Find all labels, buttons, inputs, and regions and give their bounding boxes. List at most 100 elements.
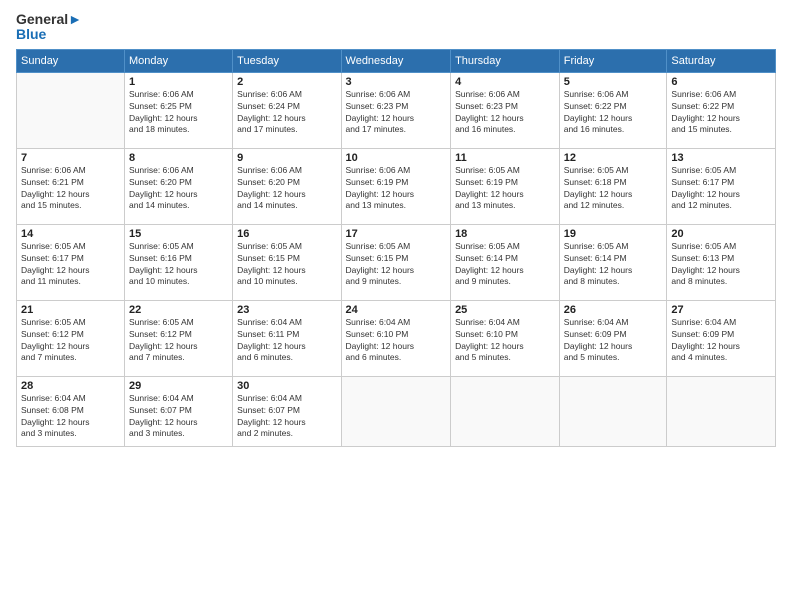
calendar-cell: 14Sunrise: 6:05 AMSunset: 6:17 PMDayligh… [17, 224, 125, 300]
day-number: 3 [346, 76, 447, 88]
day-info: Sunrise: 6:06 AMSunset: 6:22 PMDaylight:… [564, 89, 663, 137]
day-info: Sunrise: 6:05 AMSunset: 6:17 PMDaylight:… [671, 165, 771, 213]
calendar-cell [667, 376, 776, 446]
weekday-header-monday: Monday [125, 49, 233, 72]
day-number: 11 [455, 152, 555, 164]
calendar-cell: 15Sunrise: 6:05 AMSunset: 6:16 PMDayligh… [125, 224, 233, 300]
day-number: 6 [671, 76, 771, 88]
day-info: Sunrise: 6:04 AMSunset: 6:09 PMDaylight:… [564, 317, 663, 365]
day-number: 24 [346, 304, 447, 316]
calendar-cell [559, 376, 667, 446]
day-info: Sunrise: 6:06 AMSunset: 6:23 PMDaylight:… [346, 89, 447, 137]
day-number: 1 [129, 76, 228, 88]
day-info: Sunrise: 6:06 AMSunset: 6:19 PMDaylight:… [346, 165, 447, 213]
day-number: 13 [671, 152, 771, 164]
calendar-cell [451, 376, 560, 446]
day-number: 26 [564, 304, 663, 316]
day-info: Sunrise: 6:06 AMSunset: 6:21 PMDaylight:… [21, 165, 120, 213]
calendar-cell: 5Sunrise: 6:06 AMSunset: 6:22 PMDaylight… [559, 72, 667, 148]
weekday-header-thursday: Thursday [451, 49, 560, 72]
day-number: 9 [237, 152, 336, 164]
day-info: Sunrise: 6:05 AMSunset: 6:13 PMDaylight:… [671, 241, 771, 289]
logo: General► Blue [16, 12, 82, 43]
calendar-cell: 19Sunrise: 6:05 AMSunset: 6:14 PMDayligh… [559, 224, 667, 300]
day-info: Sunrise: 6:04 AMSunset: 6:07 PMDaylight:… [237, 393, 336, 441]
day-number: 14 [21, 228, 120, 240]
day-number: 5 [564, 76, 663, 88]
day-info: Sunrise: 6:05 AMSunset: 6:18 PMDaylight:… [564, 165, 663, 213]
day-number: 21 [21, 304, 120, 316]
day-number: 20 [671, 228, 771, 240]
day-info: Sunrise: 6:05 AMSunset: 6:14 PMDaylight:… [455, 241, 555, 289]
day-info: Sunrise: 6:05 AMSunset: 6:14 PMDaylight:… [564, 241, 663, 289]
day-info: Sunrise: 6:06 AMSunset: 6:25 PMDaylight:… [129, 89, 228, 137]
day-number: 8 [129, 152, 228, 164]
day-number: 27 [671, 304, 771, 316]
day-info: Sunrise: 6:06 AMSunset: 6:20 PMDaylight:… [129, 165, 228, 213]
calendar-cell: 4Sunrise: 6:06 AMSunset: 6:23 PMDaylight… [451, 72, 560, 148]
calendar-cell [17, 72, 125, 148]
day-number: 23 [237, 304, 336, 316]
calendar-cell: 9Sunrise: 6:06 AMSunset: 6:20 PMDaylight… [233, 148, 341, 224]
header: General► Blue [16, 12, 776, 43]
day-info: Sunrise: 6:05 AMSunset: 6:19 PMDaylight:… [455, 165, 555, 213]
calendar-cell: 12Sunrise: 6:05 AMSunset: 6:18 PMDayligh… [559, 148, 667, 224]
calendar-cell: 13Sunrise: 6:05 AMSunset: 6:17 PMDayligh… [667, 148, 776, 224]
day-info: Sunrise: 6:06 AMSunset: 6:23 PMDaylight:… [455, 89, 555, 137]
weekday-header-tuesday: Tuesday [233, 49, 341, 72]
calendar-cell: 16Sunrise: 6:05 AMSunset: 6:15 PMDayligh… [233, 224, 341, 300]
calendar: SundayMondayTuesdayWednesdayThursdayFrid… [16, 49, 776, 447]
day-number: 29 [129, 380, 228, 392]
day-info: Sunrise: 6:04 AMSunset: 6:09 PMDaylight:… [671, 317, 771, 365]
calendar-cell: 24Sunrise: 6:04 AMSunset: 6:10 PMDayligh… [341, 300, 451, 376]
day-info: Sunrise: 6:04 AMSunset: 6:10 PMDaylight:… [346, 317, 447, 365]
calendar-cell: 22Sunrise: 6:05 AMSunset: 6:12 PMDayligh… [125, 300, 233, 376]
day-info: Sunrise: 6:04 AMSunset: 6:11 PMDaylight:… [237, 317, 336, 365]
day-number: 30 [237, 380, 336, 392]
calendar-cell: 8Sunrise: 6:06 AMSunset: 6:20 PMDaylight… [125, 148, 233, 224]
calendar-cell: 29Sunrise: 6:04 AMSunset: 6:07 PMDayligh… [125, 376, 233, 446]
day-number: 19 [564, 228, 663, 240]
calendar-cell: 1Sunrise: 6:06 AMSunset: 6:25 PMDaylight… [125, 72, 233, 148]
calendar-cell: 7Sunrise: 6:06 AMSunset: 6:21 PMDaylight… [17, 148, 125, 224]
calendar-cell: 2Sunrise: 6:06 AMSunset: 6:24 PMDaylight… [233, 72, 341, 148]
calendar-cell: 3Sunrise: 6:06 AMSunset: 6:23 PMDaylight… [341, 72, 451, 148]
day-number: 2 [237, 76, 336, 88]
logo-text: General► Blue [16, 12, 82, 43]
calendar-cell: 20Sunrise: 6:05 AMSunset: 6:13 PMDayligh… [667, 224, 776, 300]
calendar-cell: 26Sunrise: 6:04 AMSunset: 6:09 PMDayligh… [559, 300, 667, 376]
weekday-header-friday: Friday [559, 49, 667, 72]
day-number: 7 [21, 152, 120, 164]
day-info: Sunrise: 6:04 AMSunset: 6:08 PMDaylight:… [21, 393, 120, 441]
day-info: Sunrise: 6:05 AMSunset: 6:15 PMDaylight:… [237, 241, 336, 289]
day-number: 25 [455, 304, 555, 316]
day-info: Sunrise: 6:06 AMSunset: 6:24 PMDaylight:… [237, 89, 336, 137]
day-number: 22 [129, 304, 228, 316]
day-info: Sunrise: 6:06 AMSunset: 6:20 PMDaylight:… [237, 165, 336, 213]
calendar-cell: 28Sunrise: 6:04 AMSunset: 6:08 PMDayligh… [17, 376, 125, 446]
weekday-header-saturday: Saturday [667, 49, 776, 72]
day-number: 15 [129, 228, 228, 240]
calendar-cell: 30Sunrise: 6:04 AMSunset: 6:07 PMDayligh… [233, 376, 341, 446]
calendar-cell: 6Sunrise: 6:06 AMSunset: 6:22 PMDaylight… [667, 72, 776, 148]
day-info: Sunrise: 6:05 AMSunset: 6:12 PMDaylight:… [129, 317, 228, 365]
day-info: Sunrise: 6:04 AMSunset: 6:07 PMDaylight:… [129, 393, 228, 441]
day-number: 18 [455, 228, 555, 240]
calendar-cell [341, 376, 451, 446]
calendar-cell: 10Sunrise: 6:06 AMSunset: 6:19 PMDayligh… [341, 148, 451, 224]
day-number: 17 [346, 228, 447, 240]
calendar-cell: 23Sunrise: 6:04 AMSunset: 6:11 PMDayligh… [233, 300, 341, 376]
day-info: Sunrise: 6:05 AMSunset: 6:15 PMDaylight:… [346, 241, 447, 289]
day-info: Sunrise: 6:05 AMSunset: 6:16 PMDaylight:… [129, 241, 228, 289]
day-info: Sunrise: 6:06 AMSunset: 6:22 PMDaylight:… [671, 89, 771, 137]
calendar-cell: 11Sunrise: 6:05 AMSunset: 6:19 PMDayligh… [451, 148, 560, 224]
calendar-cell: 17Sunrise: 6:05 AMSunset: 6:15 PMDayligh… [341, 224, 451, 300]
calendar-cell: 21Sunrise: 6:05 AMSunset: 6:12 PMDayligh… [17, 300, 125, 376]
calendar-cell: 27Sunrise: 6:04 AMSunset: 6:09 PMDayligh… [667, 300, 776, 376]
calendar-cell: 25Sunrise: 6:04 AMSunset: 6:10 PMDayligh… [451, 300, 560, 376]
day-info: Sunrise: 6:05 AMSunset: 6:17 PMDaylight:… [21, 241, 120, 289]
day-number: 16 [237, 228, 336, 240]
day-number: 12 [564, 152, 663, 164]
calendar-cell: 18Sunrise: 6:05 AMSunset: 6:14 PMDayligh… [451, 224, 560, 300]
weekday-header-wednesday: Wednesday [341, 49, 451, 72]
